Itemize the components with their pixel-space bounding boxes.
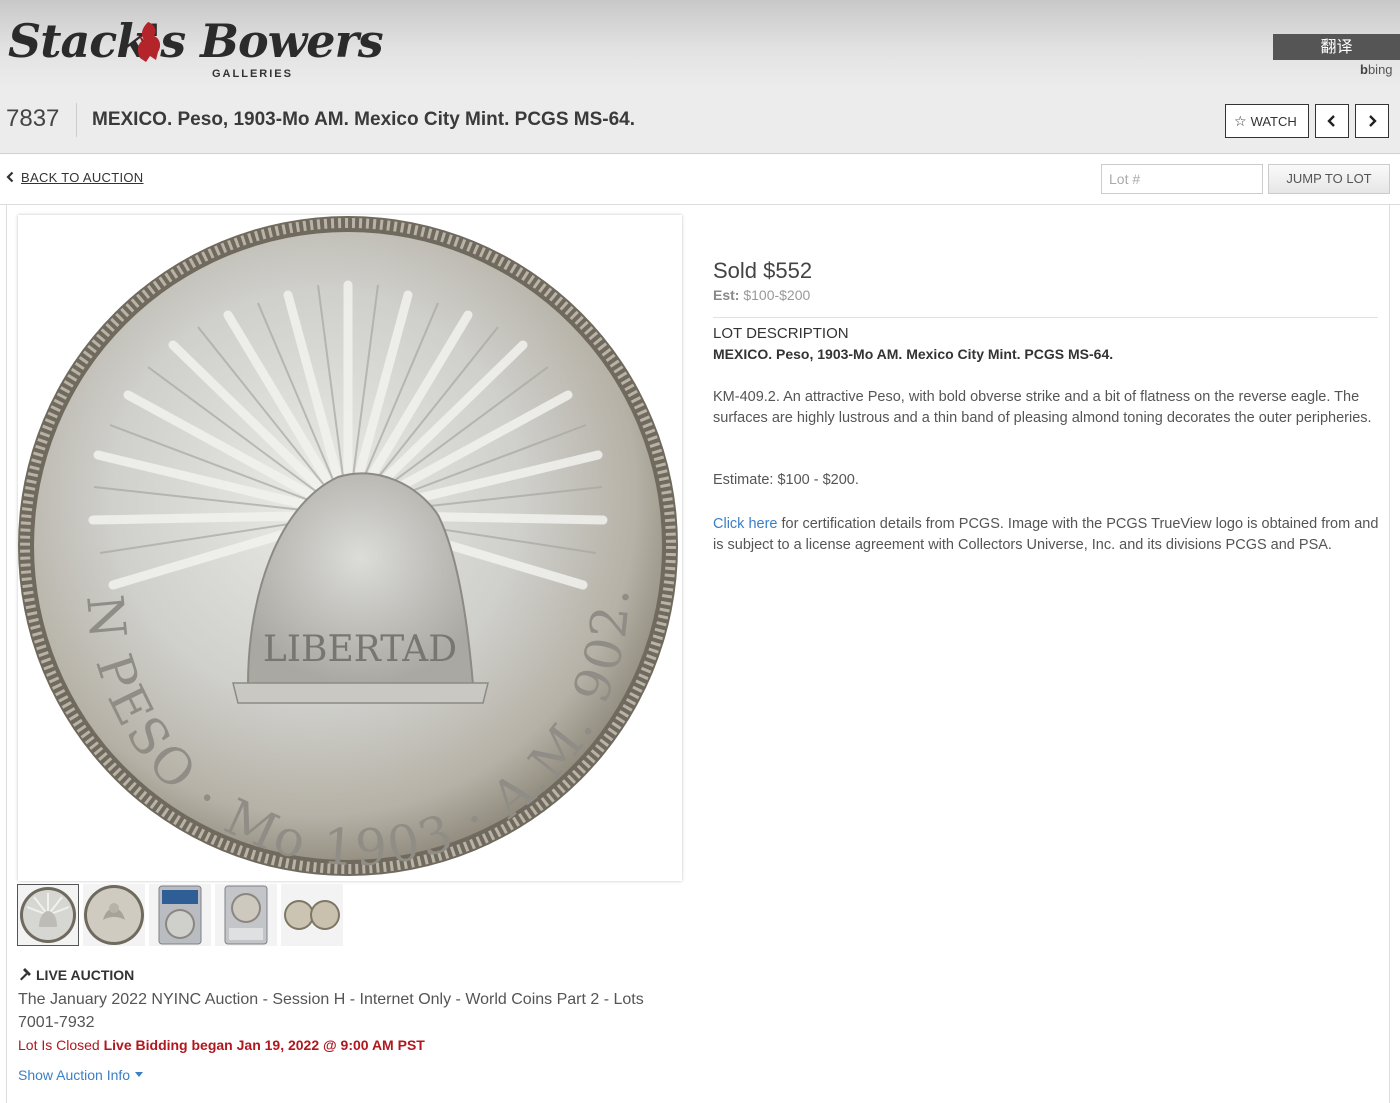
thumbnail-obverse[interactable] <box>17 884 79 946</box>
star-icon: ☆ <box>1234 113 1247 129</box>
translate-button[interactable]: 翻译 <box>1273 34 1400 60</box>
lot-description-title: MEXICO. Peso, 1903-Mo AM. Mexico City Mi… <box>713 346 1114 362</box>
live-bidding-text: Live Bidding began Jan 19, 2022 @ 9:00 A… <box>103 1037 425 1053</box>
lot-title-bar: 7837 MEXICO. Peso, 1903-Mo AM. Mexico Ci… <box>0 88 1400 154</box>
lot-number: 7837 <box>6 105 60 132</box>
previous-lot-button[interactable] <box>1315 104 1349 138</box>
certification-note: Click here for certification details fro… <box>713 514 1381 556</box>
back-to-auction-label: BACK TO AUCTION <box>21 170 144 185</box>
lot-closed-text: Lot Is Closed <box>18 1037 100 1053</box>
lot-title: MEXICO. Peso, 1903-Mo AM. Mexico City Mi… <box>92 109 636 130</box>
jump-to-lot-button[interactable]: JUMP TO LOT <box>1268 164 1390 194</box>
thumbnail-slab-back[interactable] <box>215 884 277 946</box>
bing-label: bing <box>1367 62 1393 77</box>
gavel-icon <box>20 968 31 981</box>
lot-description-estimate: Estimate: $100 - $200. <box>713 472 859 488</box>
live-auction-text: LIVE AUCTION <box>36 967 135 983</box>
thumbnail-reverse[interactable] <box>83 884 145 946</box>
chevron-left-icon <box>6 171 14 183</box>
coin-thumbnail-image <box>20 887 76 943</box>
logo-wordmark: Stack's Bowers <box>8 14 384 68</box>
watch-label: WATCH <box>1250 114 1297 129</box>
content-border-right <box>1389 205 1390 1103</box>
coin-thumbnail-image <box>224 885 268 945</box>
bing-attribution: bbing <box>1360 62 1393 77</box>
certification-link[interactable]: Click here <box>713 516 777 532</box>
coin-thumbnail-image <box>158 885 202 945</box>
content-border-left <box>6 205 7 1103</box>
caret-down-icon <box>134 1072 143 1077</box>
stacks-bowers-logo[interactable]: Stack's Bowers GALLERIES <box>8 14 384 84</box>
coin-thumbnail-image <box>84 885 144 945</box>
estimate-range: Est: $100-$200 <box>713 287 810 303</box>
thumbnail-slab-front[interactable] <box>149 884 211 946</box>
lot-nav-bar: BACK TO AUCTION JUMP TO LOT <box>0 154 1400 205</box>
coin-thumbnail-image <box>284 900 340 930</box>
back-to-auction-link[interactable]: BACK TO AUCTION <box>6 170 144 185</box>
main-lot-image[interactable]: LIBERTAD UN PESO · Mo 1903 · A.M. 902.7 <box>18 215 682 881</box>
chevron-right-icon <box>1369 115 1377 127</box>
watch-button[interactable]: ☆ WATCH <box>1225 104 1309 138</box>
lot-description-body: KM-409.2. An attractive Peso, with bold … <box>713 389 1372 426</box>
estimate-value: $100-$200 <box>743 287 811 303</box>
show-auction-info-link[interactable]: Show Auction Info <box>18 1067 144 1083</box>
title-divider <box>76 103 77 137</box>
lot-status: Lot Is Closed Live Bidding began Jan 19,… <box>18 1037 425 1053</box>
coin-cap-text: LIBERTAD <box>263 629 457 670</box>
bing-icon: b <box>1360 62 1368 77</box>
certification-text: for certification details from PCGS. Ima… <box>713 516 1379 553</box>
griffin-icon <box>137 22 161 62</box>
coin-obverse-image: LIBERTAD UN PESO · Mo 1903 · A.M. 902.7 <box>18 215 678 878</box>
next-lot-button[interactable] <box>1355 104 1389 138</box>
logo-subtitle: GALLERIES <box>212 68 293 80</box>
lot-description-heading: LOT DESCRIPTION <box>713 325 849 342</box>
thumbnail-both-sides[interactable] <box>281 884 343 946</box>
sold-price: Sold $552 <box>713 258 813 283</box>
chevron-left-icon <box>1327 115 1335 127</box>
show-auction-info-label: Show Auction Info <box>18 1067 131 1083</box>
section-divider <box>713 317 1378 318</box>
live-auction-label: LIVE AUCTION <box>18 967 134 983</box>
site-header: Stack's Bowers GALLERIES 翻译 bbing <box>0 0 1400 88</box>
auction-name: The January 2022 NYINC Auction - Session… <box>18 991 644 1031</box>
estimate-label: Est: <box>713 287 740 303</box>
lot-number-input[interactable] <box>1101 164 1263 194</box>
